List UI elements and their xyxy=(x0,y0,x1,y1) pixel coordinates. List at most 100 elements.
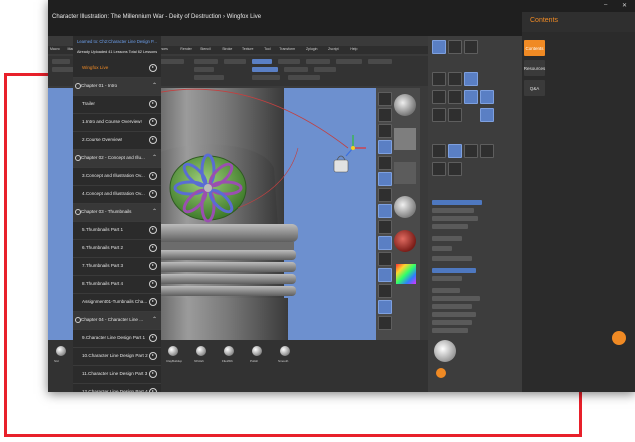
tool-button xyxy=(480,90,494,104)
toolbar-button xyxy=(194,75,224,80)
zbrush-menu-item: Render xyxy=(180,47,192,51)
lesson-title: 6.Thumbnails Part 2 xyxy=(82,245,124,250)
play-icon[interactable] xyxy=(149,136,157,144)
play-icon[interactable] xyxy=(149,190,157,198)
contents-header: Contents xyxy=(522,12,635,32)
brush-icon xyxy=(252,346,262,356)
lesson-title: 3.Concept and Illustration Ov... xyxy=(82,173,145,178)
tool-button xyxy=(378,108,392,122)
lesson-item[interactable]: 9.Character Line Design Part 1 xyxy=(73,330,161,348)
material-red-icon xyxy=(394,230,416,252)
chevron-up-icon[interactable]: ⌃ xyxy=(152,208,157,215)
brush-icon xyxy=(224,346,234,356)
play-icon[interactable] xyxy=(149,388,157,392)
play-icon[interactable] xyxy=(149,118,157,126)
tool-button xyxy=(378,92,392,106)
chapter-header[interactable]: Chapter 01 - Intro ⌃ xyxy=(73,78,161,96)
chapter-header[interactable]: Chapter 04 - Character Line ... ⌃ xyxy=(73,312,161,330)
chevron-up-icon[interactable]: ⌃ xyxy=(152,154,157,161)
brush-label: Std xyxy=(54,359,59,363)
lesson-title: 12.Character Line Design Part 4 xyxy=(82,389,148,392)
lesson-item[interactable]: 12.Character Line Design Part 4 xyxy=(73,384,161,392)
lesson-item[interactable]: 4.Concept and Illustration Ov... xyxy=(73,186,161,204)
toolbar-button xyxy=(306,59,330,64)
zbrush-menu-item: Zscript xyxy=(328,47,339,51)
play-icon[interactable] xyxy=(149,226,157,234)
chevron-up-icon[interactable]: ⌃ xyxy=(152,316,157,323)
play-icon[interactable] xyxy=(149,280,157,288)
toolbar-button xyxy=(336,59,362,64)
tool-button xyxy=(448,108,462,122)
tool-button xyxy=(464,90,478,104)
lesson-item[interactable]: 6.Thumbnails Part 2 xyxy=(73,240,161,258)
lesson-item[interactable]: 1.Intro and Course Overview! xyxy=(73,114,161,132)
chapter-header[interactable]: Chapter 03 - Thumbnails ⌃ xyxy=(73,204,161,222)
chapter-header[interactable]: Chapter 02 - Concept and Illu... ⌃ xyxy=(73,150,161,168)
color-picker-icon xyxy=(396,264,416,284)
tool-button xyxy=(378,220,392,234)
lesson-list: Learned to: Ch2:Character Line Design P.… xyxy=(73,36,161,392)
zbrush-menu-item: Transform xyxy=(279,47,296,51)
lesson-title: 7.Thumbnails Part 3 xyxy=(82,263,124,268)
tool-button xyxy=(378,252,392,266)
play-icon[interactable] xyxy=(149,100,157,108)
chevron-up-icon[interactable]: ⌃ xyxy=(152,82,157,89)
zbrush-menu-item: Tool xyxy=(264,47,271,51)
lesson-item[interactable]: 10.Character Line Design Part 2 xyxy=(73,348,161,366)
lesson-item[interactable]: 11.Character Line Design Part 3 xyxy=(73,366,161,384)
palette-row xyxy=(432,224,468,229)
floating-action-button[interactable] xyxy=(612,331,626,345)
lesson-item[interactable]: 7.Thumbnails Part 3 xyxy=(73,258,161,276)
tool-button xyxy=(378,300,392,314)
tool-button xyxy=(432,144,446,158)
minimize-icon[interactable]: – xyxy=(604,2,607,8)
zbrush-tool-palette xyxy=(428,36,522,392)
lesson-item[interactable]: 2.Course Overview! xyxy=(73,132,161,150)
play-icon[interactable] xyxy=(149,262,157,270)
contents-title: Contents xyxy=(530,17,559,24)
tool-button xyxy=(378,236,392,250)
play-icon[interactable] xyxy=(149,352,157,360)
brush-sphere-icon xyxy=(434,340,456,362)
tool-button xyxy=(448,144,462,158)
tool-button xyxy=(378,172,392,186)
brush-label: Smooth xyxy=(278,359,289,363)
toolbar-button xyxy=(52,59,70,64)
palette-row xyxy=(432,328,468,333)
play-icon[interactable] xyxy=(149,172,157,180)
tool-button xyxy=(378,188,392,202)
tool-button xyxy=(378,316,392,330)
lesson-title: 5.Thumbnails Part 1 xyxy=(82,227,124,232)
gizmo xyxy=(345,135,366,157)
palette-row xyxy=(432,304,472,309)
lesson-item[interactable]: 5.Thumbnails Part 1 xyxy=(73,222,161,240)
close-icon[interactable]: ✕ xyxy=(622,2,627,9)
play-icon[interactable] xyxy=(149,298,157,306)
lesson-item[interactable]: 3.Concept and Illustration Ov... xyxy=(73,168,161,186)
tool-button xyxy=(480,144,494,158)
lesson-item[interactable]: 8.Thumbnails Part 4 xyxy=(73,276,161,294)
play-icon[interactable] xyxy=(149,370,157,378)
play-icon[interactable] xyxy=(149,64,157,72)
toolbar-button xyxy=(252,75,280,80)
course-title: Character Illustration: The Millennium W… xyxy=(52,14,262,20)
play-icon[interactable] xyxy=(149,334,157,342)
play-icon[interactable] xyxy=(149,244,157,252)
lesson-title: Trailer xyxy=(82,101,95,106)
lesson-item[interactable]: Assignment01-Tumbnails Cha... xyxy=(73,294,161,312)
toolbar-button xyxy=(158,59,184,64)
toolbar-button xyxy=(368,59,392,64)
tool-button xyxy=(432,72,446,86)
tool-button xyxy=(378,284,392,298)
lesson-item[interactable]: Trailer xyxy=(73,96,161,114)
learned-progress-link[interactable]: Learned to: Ch2:Character Line Design P.… xyxy=(77,39,157,44)
toolbar-button xyxy=(278,59,300,64)
zbrush-menu-item: Stencil xyxy=(200,47,211,51)
brush-label: Polish xyxy=(250,359,259,363)
tool-button xyxy=(448,40,462,54)
tool-button xyxy=(464,40,478,54)
lesson-item[interactable]: Wingfox Live xyxy=(73,60,161,78)
toolbar-button xyxy=(284,67,308,72)
material-preview-icon xyxy=(394,196,416,218)
brush-icon xyxy=(280,346,290,356)
